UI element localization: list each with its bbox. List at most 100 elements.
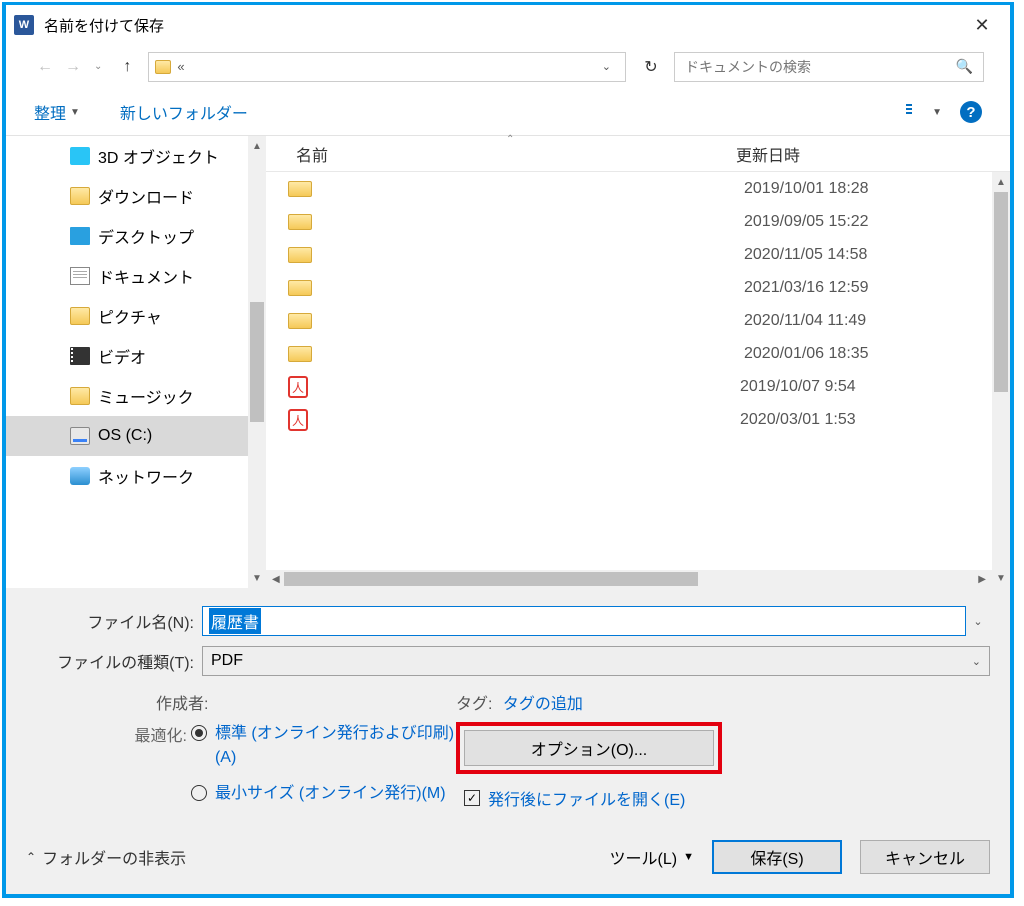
history-dropdown[interactable]: ⌄ [94, 61, 102, 72]
sidebar-item[interactable]: 3D オブジェクト [6, 136, 248, 176]
scroll-thumb[interactable] [994, 192, 1008, 392]
address-dropdown-icon[interactable]: ⌄ [594, 60, 619, 73]
scroll-thumb[interactable] [284, 572, 698, 586]
filetype-select[interactable]: PDF ⌄ [202, 646, 990, 676]
horizontal-scrollbar[interactable]: ◀ ▶ [266, 570, 992, 588]
sidebar-item[interactable]: ピクチャ [6, 296, 248, 336]
sidebar-item[interactable]: デスクトップ [6, 216, 248, 256]
scroll-up-icon[interactable]: ▲ [252, 138, 262, 154]
save-button[interactable]: 保存(S) [712, 840, 842, 874]
organize-button[interactable]: 整理 ▼ [34, 100, 80, 124]
file-row[interactable]: 2019/10/07 9:54 [266, 370, 992, 403]
hide-folders-toggle[interactable]: ⌃ フォルダーの非表示 [26, 845, 186, 869]
folder-tree-sidebar: 3D オブジェクトダウンロードデスクトップドキュメントピクチャビデオミュージック… [6, 136, 266, 588]
filetype-value: PDF [211, 652, 243, 670]
word-app-icon: W [14, 15, 34, 35]
radio-minimum[interactable]: 最小サイズ (オンライン発行)(M) [191, 782, 456, 806]
column-headers[interactable]: ⌃ 名前 更新日時 [266, 136, 1010, 172]
open-after-publish-checkbox[interactable]: ✓ 発行後にファイルを開く(E) [464, 786, 990, 810]
breadcrumb: « [177, 59, 184, 74]
radio-standard[interactable]: 標準 (オンライン発行および印刷)(A) [191, 722, 456, 770]
sidebar-item[interactable]: OS (C:) [6, 416, 248, 456]
scroll-left-icon[interactable]: ◀ [268, 574, 284, 585]
scroll-thumb[interactable] [250, 302, 264, 422]
column-date-header[interactable]: 更新日時 [736, 142, 1010, 166]
sidebar-item-label: 3D オブジェクト [98, 144, 219, 168]
folder-icon [288, 280, 312, 296]
toolbar: 整理 ▼ 新しいフォルダー ▼ ? [6, 89, 1010, 135]
doc-icon [70, 267, 90, 285]
search-box[interactable]: 🔍 [674, 52, 984, 82]
folder-icon [70, 187, 90, 205]
file-row[interactable]: 2019/09/05 15:22 [266, 205, 992, 238]
file-list-pane: ⌃ 名前 更新日時 2019/10/01 18:28 2019/09/05 15:… [266, 136, 1010, 588]
file-row[interactable]: 2020/03/01 1:53 [266, 403, 992, 436]
folder-icon [288, 247, 312, 263]
file-date: 2020/11/04 11:49 [744, 312, 866, 330]
sidebar-item-label: ピクチャ [98, 304, 162, 328]
help-button[interactable]: ? [960, 101, 982, 123]
new-folder-button[interactable]: 新しいフォルダー [120, 100, 248, 124]
pdf-icon [288, 409, 308, 431]
folder-icon [288, 214, 312, 230]
chevron-up-icon: ⌃ [26, 850, 36, 864]
filename-dropdown-icon[interactable]: ⌄ [966, 615, 990, 628]
refresh-button[interactable]: ↻ [636, 57, 666, 77]
open-after-label: 発行後にファイルを開く(E) [488, 786, 685, 810]
file-row[interactable]: 2020/11/05 14:58 [266, 238, 992, 271]
file-row[interactable]: 2021/03/16 12:59 [266, 271, 992, 304]
vertical-scrollbar[interactable]: ▲ ▼ [992, 172, 1010, 588]
file-row[interactable]: 2020/11/04 11:49 [266, 304, 992, 337]
window-title: 名前を付けて保存 [44, 15, 962, 36]
file-row[interactable]: 2019/10/01 18:28 [266, 172, 992, 205]
radio-standard-label: 標準 (オンライン発行および印刷)(A) [215, 722, 456, 770]
options-button-highlight: オプション(O)... [456, 722, 722, 774]
sidebar-item-label: ネットワーク [98, 464, 194, 488]
dialog-footer: ⌃ フォルダーの非表示 ツール(L) ▼ 保存(S) キャンセル [6, 828, 1010, 894]
scroll-right-icon[interactable]: ▶ [974, 574, 990, 585]
filename-input[interactable]: 履歴書 [202, 606, 966, 636]
file-date: 2021/03/16 12:59 [744, 279, 869, 297]
back-button[interactable]: ← [32, 54, 58, 80]
organize-label: 整理 [34, 100, 66, 124]
checkbox-icon: ✓ [464, 790, 480, 806]
scroll-down-icon[interactable]: ▼ [252, 570, 262, 586]
tags-add-link[interactable]: タグの追加 [503, 696, 583, 713]
folder-icon [155, 60, 171, 74]
filename-label: ファイル名(N): [26, 609, 202, 633]
desktop-icon [70, 227, 90, 245]
tools-label: ツール(L) [610, 845, 678, 869]
disk-icon [70, 427, 90, 445]
file-row[interactable]: 2020/01/06 18:35 [266, 337, 992, 370]
options-button[interactable]: オプション(O)... [464, 730, 714, 766]
sidebar-item[interactable]: ミュージック [6, 376, 248, 416]
author-label: 作成者: [156, 696, 208, 713]
column-name-header[interactable]: 名前 [266, 142, 736, 166]
sidebar-item[interactable]: ダウンロード [6, 176, 248, 216]
chevron-down-icon: ▼ [70, 107, 80, 118]
sidebar-item-label: OS (C:) [98, 427, 152, 445]
close-button[interactable]: ✕ [962, 15, 1002, 36]
view-mode-button[interactable]: ▼ [906, 102, 942, 122]
address-bar[interactable]: « ⌄ [148, 52, 626, 82]
scroll-up-icon[interactable]: ▲ [996, 174, 1006, 190]
folder-icon [288, 313, 312, 329]
forward-button[interactable]: → [60, 54, 86, 80]
up-button[interactable]: ↑ [114, 54, 140, 80]
content-area: 3D オブジェクトダウンロードデスクトップドキュメントピクチャビデオミュージック… [6, 135, 1010, 588]
folder-icon [288, 181, 312, 197]
net-icon [70, 467, 90, 485]
file-date: 2020/03/01 1:53 [740, 411, 856, 429]
file-list[interactable]: 2019/10/01 18:28 2019/09/05 15:22 2020/11/… [266, 172, 992, 570]
sidebar-item[interactable]: ビデオ [6, 336, 248, 376]
file-date: 2019/09/05 15:22 [744, 213, 869, 231]
search-input[interactable] [685, 59, 956, 75]
tools-dropdown[interactable]: ツール(L) ▼ [610, 845, 694, 869]
scroll-down-icon[interactable]: ▼ [996, 570, 1006, 586]
search-icon: 🔍 [956, 58, 973, 75]
sidebar-item-label: ミュージック [98, 384, 194, 408]
sidebar-scrollbar[interactable]: ▲ ▼ [248, 136, 266, 588]
sidebar-item[interactable]: ドキュメント [6, 256, 248, 296]
sidebar-item[interactable]: ネットワーク [6, 456, 248, 496]
cancel-button[interactable]: キャンセル [860, 840, 990, 874]
